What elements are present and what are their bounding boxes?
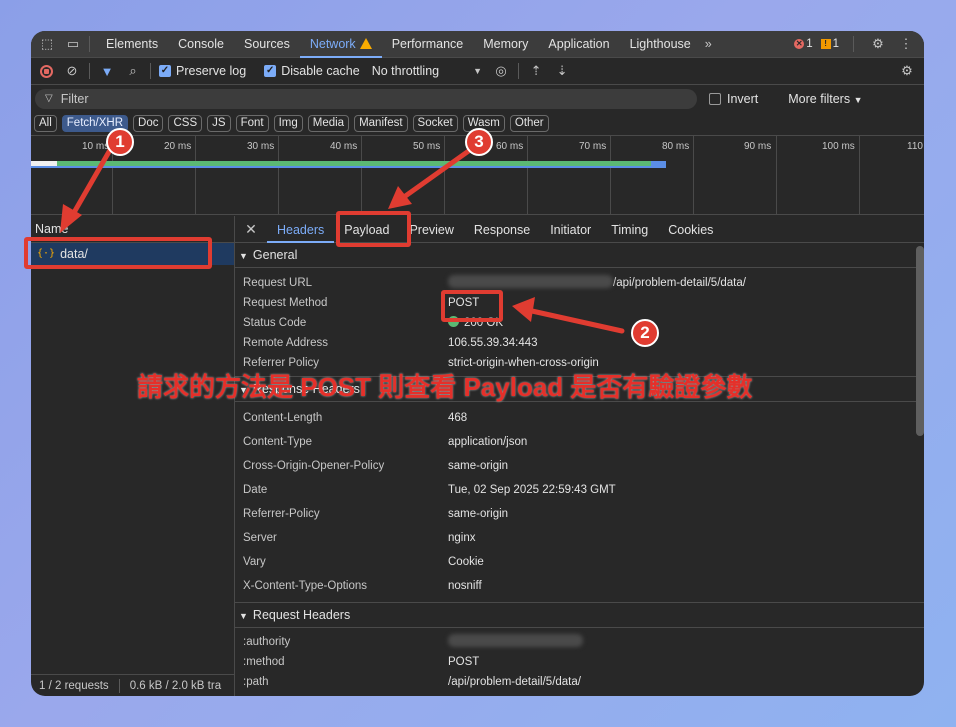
arrow-2-shaft <box>529 308 625 334</box>
step-2-marker: 2 <box>631 319 659 347</box>
arrow-2-head <box>512 297 535 322</box>
annotation-arrows <box>60 147 625 334</box>
step-1-marker: 1 <box>106 128 134 156</box>
annotation-caption: 請求的方法是 POST 則查看 Payload 是否有驗證參數 <box>137 372 753 402</box>
arrow-3-shaft <box>401 147 473 200</box>
step-3-marker: 3 <box>465 128 493 156</box>
arrow-1-shaft <box>69 147 113 219</box>
arrow-3-head <box>388 186 412 209</box>
